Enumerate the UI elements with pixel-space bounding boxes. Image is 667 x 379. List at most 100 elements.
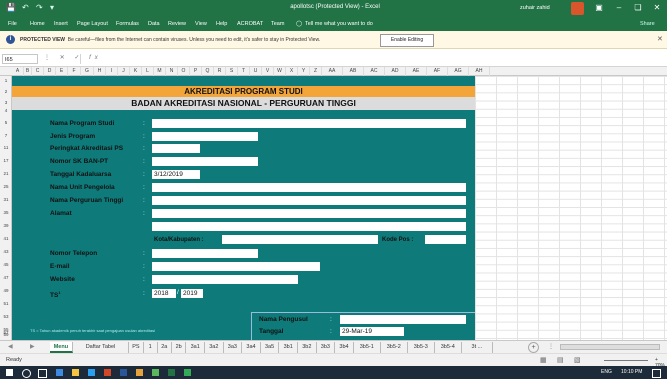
column-header[interactable]: I (106, 67, 118, 76)
tab-scroll-right-icon[interactable]: ▶ (30, 343, 35, 350)
column-header[interactable]: F (68, 67, 81, 76)
language-indicator[interactable]: ENG (601, 369, 612, 375)
column-header[interactable]: V (262, 67, 274, 76)
row-header[interactable]: 39 (0, 223, 12, 228)
normal-view-icon[interactable]: ▦ (540, 356, 547, 364)
search-icon[interactable] (22, 369, 31, 378)
menu-acrobat[interactable]: ACROBAT (237, 21, 263, 27)
kota-field[interactable] (222, 235, 378, 244)
menu-page-layout[interactable]: Page Layout (77, 21, 108, 27)
alamat-field-2[interactable] (152, 222, 466, 231)
peringkat-akreditasi-field[interactable] (152, 144, 200, 153)
row-header[interactable]: 47 (0, 275, 12, 280)
row-header[interactable]: 31 (0, 197, 12, 202)
tab-3a5[interactable]: 3a5 (261, 342, 280, 353)
excel-icon[interactable] (168, 369, 175, 376)
page-break-icon[interactable]: ▧ (574, 356, 581, 364)
new-sheet-icon[interactable]: + (528, 342, 539, 353)
maximize-icon[interactable]: ❏ (630, 2, 646, 14)
tab-3a4[interactable]: 3a4 (242, 342, 261, 353)
menu-data[interactable]: Data (148, 21, 160, 27)
tab-3t-[interactable]: 3t ... (462, 342, 493, 353)
ts-year-start-field[interactable]: 2018 (152, 289, 176, 298)
edge-icon[interactable] (56, 369, 63, 376)
row-header[interactable]: 41 (0, 236, 12, 241)
tab-3a3[interactable]: 3a3 (224, 342, 243, 353)
column-header[interactable]: AA (322, 67, 343, 76)
column-header[interactable]: U (250, 67, 262, 76)
column-header[interactable]: X (286, 67, 298, 76)
row-header[interactable]: 51 (0, 301, 12, 306)
row-header[interactable]: 5 (0, 120, 12, 125)
column-header[interactable]: AB (343, 67, 364, 76)
column-header[interactable]: M (154, 67, 166, 76)
close-icon[interactable]: ✕ (657, 35, 663, 43)
word-icon[interactable] (120, 369, 127, 376)
row-header[interactable]: 35 (0, 210, 12, 215)
tell-me-box[interactable]: Tell me what you want to do (305, 21, 373, 27)
redo-icon[interactable]: ↷ (36, 3, 43, 12)
menu-home[interactable]: Home (30, 21, 45, 27)
column-header[interactable]: B (24, 67, 32, 76)
undo-icon[interactable]: ↶ (22, 3, 29, 12)
form-sheet[interactable] (12, 76, 475, 340)
tab-2b[interactable]: 2b (172, 342, 187, 353)
row-header[interactable]: 17 (0, 158, 12, 163)
nama-perguruan-tinggi-field[interactable] (152, 196, 466, 205)
task-view-icon[interactable] (38, 369, 47, 378)
jenis-program-field[interactable] (152, 132, 258, 141)
customize-qat-icon[interactable]: ▾ (50, 3, 54, 12)
tab-2a[interactable]: 2a (158, 342, 172, 353)
share-button[interactable]: Share (640, 21, 655, 27)
column-header[interactable]: J (118, 67, 130, 76)
column-header[interactable]: S (226, 67, 238, 76)
nama-pengusul-field[interactable] (340, 315, 466, 324)
tab-3b2[interactable]: 3b2 (298, 342, 317, 353)
ribbon-display-icon[interactable]: ▣ (591, 2, 607, 14)
tab-1[interactable]: 1 (144, 342, 158, 353)
ts-year-end-field[interactable]: 2019 (181, 289, 203, 298)
alamat-field[interactable] (152, 209, 466, 218)
row-header[interactable]: 11 (0, 145, 12, 150)
formula-input[interactable] (80, 54, 664, 64)
column-header[interactable]: N (166, 67, 178, 76)
column-header[interactable]: AE (406, 67, 427, 76)
row-header[interactable]: 3 (0, 100, 12, 105)
tab-3b5-1[interactable]: 3b5-1 (354, 342, 381, 353)
chrome-icon[interactable] (152, 369, 159, 376)
tanggal-kadaluarsa-field[interactable]: 3/12/2019 (152, 170, 200, 179)
row-header[interactable]: 4 (0, 108, 12, 113)
app-icon-2[interactable] (184, 369, 191, 376)
row-header[interactable]: 45 (0, 262, 12, 267)
column-header[interactable]: C (32, 67, 44, 76)
nomor-sk-field[interactable] (152, 157, 258, 166)
row-header[interactable]: 59 (0, 332, 12, 337)
menu-review[interactable]: Review (168, 21, 186, 27)
tab-ps[interactable]: PS (129, 342, 144, 353)
nomor-telepon-field[interactable] (152, 249, 258, 258)
row-header[interactable]: 1 (0, 78, 12, 83)
minimize-icon[interactable]: – (611, 2, 627, 14)
avatar[interactable] (571, 2, 584, 15)
column-header[interactable]: AF (427, 67, 448, 76)
row-header[interactable]: 43 (0, 249, 12, 254)
notifications-icon[interactable] (652, 369, 661, 378)
empty-grid[interactable] (475, 76, 667, 340)
column-header[interactable]: R (214, 67, 226, 76)
email-field[interactable] (152, 262, 320, 271)
tab-daftar-tabel[interactable]: Daftar Tabel (73, 342, 130, 353)
zoom-slider[interactable] (604, 360, 648, 361)
store-icon[interactable] (88, 369, 95, 376)
tab-3b5-2[interactable]: 3b5-2 (381, 342, 408, 353)
column-header[interactable]: Y (298, 67, 310, 76)
tanggal-field[interactable]: 29-Mar-19 (340, 327, 404, 336)
save-icon[interactable]: 💾 (6, 3, 16, 12)
row-header[interactable]: 25 (0, 184, 12, 189)
tab-3b4[interactable]: 3b4 (335, 342, 354, 353)
tab-3b5-4[interactable]: 3b5-4 (435, 342, 462, 353)
tab-menu[interactable]: Menu (50, 342, 73, 353)
column-header[interactable]: H (94, 67, 106, 76)
user-name[interactable]: zuhair zahid (520, 5, 550, 11)
tab-3b1[interactable]: 3b1 (279, 342, 298, 353)
menu-view[interactable]: View (195, 21, 207, 27)
